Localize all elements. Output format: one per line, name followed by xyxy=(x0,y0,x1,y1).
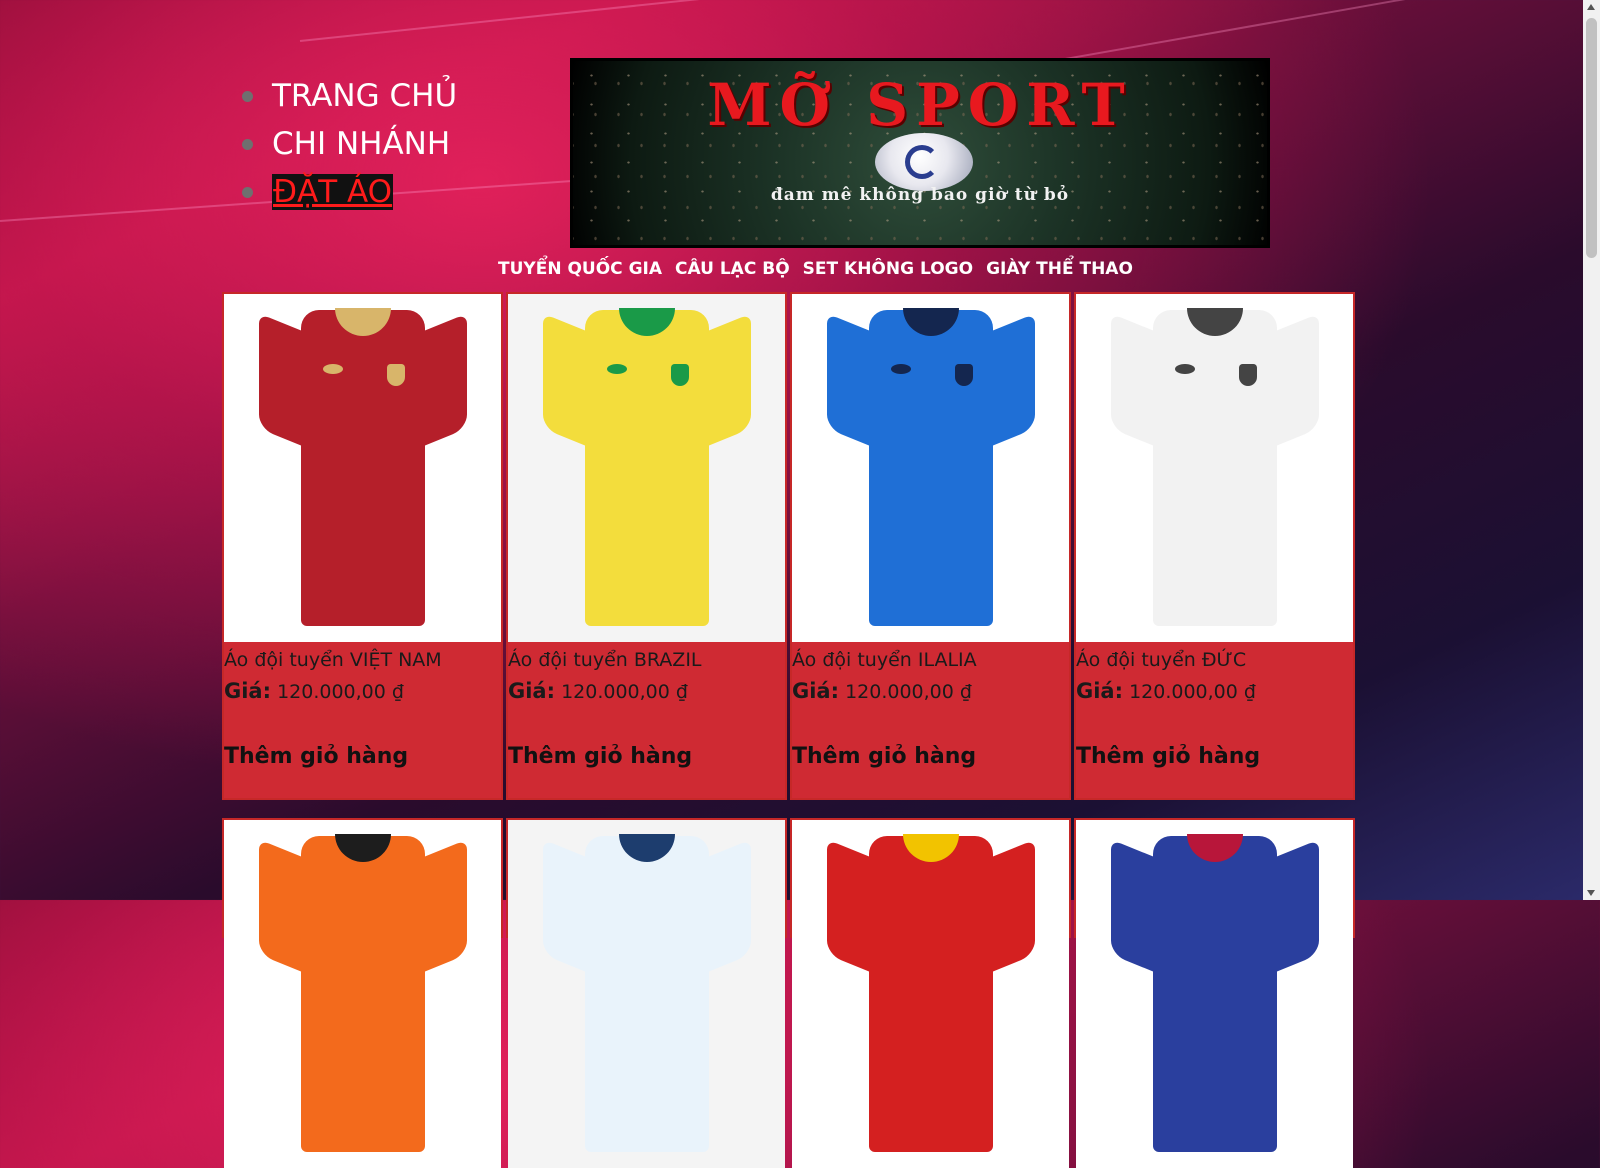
team-crest-icon xyxy=(954,364,973,386)
product-name: Áo đội tuyển BRAZIL xyxy=(508,649,702,671)
brand-logo-icon xyxy=(322,364,343,374)
banner-tagline: đam mê không bao giờ từ bỏ xyxy=(770,185,1070,205)
product-grid: Áo đội tuyển VIỆT NAM Giá: 120.000,00 ₫ … xyxy=(222,292,1362,800)
product-grid-row-2 xyxy=(222,818,1362,1168)
price-label: Giá: xyxy=(508,679,556,703)
scrollbar-thumb[interactable] xyxy=(1586,18,1597,258)
germany-jersey-image xyxy=(1110,308,1319,628)
category-sport-shoes[interactable]: GIÀY THỂ THAO xyxy=(986,256,1133,282)
product-card xyxy=(222,818,503,1168)
product-image[interactable] xyxy=(792,820,1069,1168)
page-scrollbar[interactable] xyxy=(1583,0,1600,900)
category-no-logo-sets[interactable]: SET KHÔNG LOGO xyxy=(803,256,973,282)
product-card: Áo đội tuyển ILALIA Giá: 120.000,00 ₫ Th… xyxy=(790,292,1071,800)
nav-link-home[interactable]: TRANG CHỦ xyxy=(272,78,457,114)
product-image[interactable] xyxy=(224,294,501,642)
italy-jersey-image xyxy=(826,308,1035,628)
vietnam-jersey-image xyxy=(258,308,467,628)
nav-item-branches: CHI NHÁNH xyxy=(240,120,457,168)
product-name: Áo đội tuyển ILALIA xyxy=(792,649,977,671)
product-card xyxy=(790,818,1071,1168)
add-to-cart-button[interactable]: Thêm giỏ hàng xyxy=(224,744,408,769)
add-to-cart-button[interactable]: Thêm giỏ hàng xyxy=(1076,744,1260,769)
jersey-body xyxy=(584,836,709,1152)
brand-logo-icon xyxy=(890,364,911,374)
product-card xyxy=(1074,818,1355,1168)
jersey-body xyxy=(300,310,425,626)
price-label: Giá: xyxy=(224,679,272,703)
product-image[interactable] xyxy=(792,294,1069,642)
product-image[interactable] xyxy=(1076,820,1353,1168)
price-label: Giá: xyxy=(792,679,840,703)
category-clubs[interactable]: CÂU LẠC BỘ xyxy=(675,256,790,282)
product-image[interactable] xyxy=(508,820,785,1168)
team-crest-icon xyxy=(386,364,405,386)
price-value: 120.000,00 ₫ xyxy=(845,681,972,703)
product-price: Giá: 120.000,00 ₫ xyxy=(508,672,785,711)
bullet-icon xyxy=(242,187,253,198)
jersey-body xyxy=(300,836,425,1152)
price-value: 120.000,00 ₫ xyxy=(277,681,404,703)
argentina-jersey-image xyxy=(542,834,751,1154)
product-name: Áo đội tuyển ĐỨC xyxy=(1076,649,1247,671)
nav-link-branches[interactable]: CHI NHÁNH xyxy=(272,126,450,162)
product-image[interactable] xyxy=(224,820,501,1168)
brand-logo-icon xyxy=(606,364,627,374)
product-card xyxy=(506,818,787,1168)
product-image[interactable] xyxy=(508,294,785,642)
price-label: Giá: xyxy=(1076,679,1124,703)
store-banner: MỠ SPORT đam mê không bao giờ từ bỏ xyxy=(570,58,1270,248)
netherlands-jersey-image xyxy=(258,834,467,1154)
jersey-body xyxy=(1152,310,1277,626)
product-card: Áo đội tuyển VIỆT NAM Giá: 120.000,00 ₫ … xyxy=(222,292,503,800)
add-to-cart-button[interactable]: Thêm giỏ hàng xyxy=(792,744,976,769)
product-image[interactable] xyxy=(1076,294,1353,642)
product-price: Giá: 120.000,00 ₫ xyxy=(224,672,501,711)
jersey-body xyxy=(868,836,993,1152)
scroll-up-icon[interactable] xyxy=(1587,4,1595,10)
bullet-icon xyxy=(242,139,253,150)
product-name: Áo đội tuyển VIỆT NAM xyxy=(224,649,442,671)
jersey-body xyxy=(584,310,709,626)
nav-item-home: TRANG CHỦ xyxy=(240,72,457,120)
nav-link-order[interactable]: ĐẶT ÁO xyxy=(272,174,394,210)
team-crest-icon xyxy=(670,364,689,386)
product-price: Giá: 120.000,00 ₫ xyxy=(792,672,1069,711)
barcelona-jersey-image xyxy=(1110,834,1319,1154)
jersey-body xyxy=(1152,836,1277,1152)
brazil-jersey-image xyxy=(542,308,751,628)
spain-jersey-image xyxy=(826,834,1035,1154)
team-crest-icon xyxy=(1238,364,1257,386)
brand-logo-icon xyxy=(1174,364,1195,374)
price-value: 120.000,00 ₫ xyxy=(1129,681,1256,703)
product-card: Áo đội tuyển ĐỨC Giá: 120.000,00 ₫ Thêm … xyxy=(1074,292,1355,800)
add-to-cart-button[interactable]: Thêm giỏ hàng xyxy=(508,744,692,769)
banner-title: MỠ SPORT xyxy=(707,71,1133,139)
category-national-teams[interactable]: TUYỂN QUỐC GIA xyxy=(498,256,662,282)
scroll-down-icon[interactable] xyxy=(1587,890,1595,896)
product-card: Áo đội tuyển BRAZIL Giá: 120.000,00 ₫ Th… xyxy=(506,292,787,800)
category-menu: TUYỂN QUỐC GIA CÂU LẠC BỘ SET KHÔNG LOGO… xyxy=(498,256,1133,282)
nav-item-order: ĐẶT ÁO xyxy=(240,168,457,216)
product-price: Giá: 120.000,00 ₫ xyxy=(1076,672,1353,711)
price-value: 120.000,00 ₫ xyxy=(561,681,688,703)
bullet-icon xyxy=(242,91,253,102)
jersey-body xyxy=(868,310,993,626)
side-navigation: TRANG CHỦ CHI NHÁNH ĐẶT ÁO xyxy=(240,72,457,216)
ball-logo-icon xyxy=(905,145,939,179)
background-streak xyxy=(299,0,1196,42)
